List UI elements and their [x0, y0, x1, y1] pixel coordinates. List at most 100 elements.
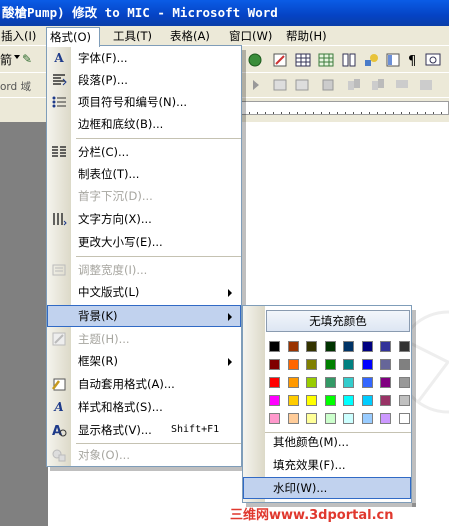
color-swatch[interactable]: [343, 395, 354, 406]
menu-tools[interactable]: 工具(T): [110, 27, 155, 45]
menu-item-label: 制表位(T)...: [78, 167, 140, 181]
dropdown-arrow-icon[interactable]: [14, 55, 20, 59]
color-swatch[interactable]: [398, 341, 410, 352]
color-swatch[interactable]: [361, 359, 373, 370]
color-swatch[interactable]: [287, 359, 299, 370]
drawing-icon[interactable]: [363, 52, 379, 68]
menu-item-change-case[interactable]: 更改大小写(E)...: [47, 231, 241, 253]
delete-row-icon[interactable]: [294, 77, 310, 93]
menu-item-label: 首字下沉(D)...: [78, 189, 153, 203]
reveal-formatting-icon: A: [52, 424, 67, 438]
color-swatch[interactable]: [324, 377, 336, 388]
color-swatch[interactable]: [343, 359, 354, 370]
color-swatch[interactable]: [361, 413, 373, 424]
format-menu: A 字体(F)... 段落(P)... 项目符号和编号(N)... 边框和底纹(…: [46, 45, 242, 467]
no-fill-button[interactable]: 无填充颜色: [266, 310, 410, 332]
color-swatch[interactable]: [380, 413, 391, 424]
color-swatch[interactable]: [287, 341, 299, 352]
menu-item-borders[interactable]: 边框和底纹(B)...: [47, 113, 241, 135]
background-submenu: 无填充颜色 其他颜色(M)... 填充效果(F)... 水印(W)...: [242, 305, 412, 503]
show-hide-icon[interactable]: ¶: [405, 52, 421, 68]
color-swatch[interactable]: [306, 377, 317, 388]
color-swatch[interactable]: [269, 341, 280, 352]
track-changes-icon[interactable]: [320, 77, 336, 93]
color-swatch[interactable]: [324, 395, 336, 406]
menu-item-background[interactable]: 背景(K): [47, 305, 241, 327]
fill-effects-item[interactable]: 填充效果(F)...: [243, 454, 411, 476]
color-swatch[interactable]: [361, 377, 373, 388]
color-swatch[interactable]: [343, 377, 354, 388]
color-swatch[interactable]: [287, 395, 299, 406]
menu-table[interactable]: 表格(A): [167, 27, 213, 45]
color-swatch[interactable]: [343, 341, 354, 352]
color-swatch[interactable]: [380, 359, 391, 370]
color-swatch[interactable]: [306, 341, 317, 352]
comment-icon[interactable]: [394, 77, 410, 93]
color-swatch[interactable]: [287, 377, 299, 388]
menu-separator: [76, 138, 241, 139]
color-swatch[interactable]: [380, 395, 391, 406]
play-icon[interactable]: [248, 77, 264, 93]
menu-item-reveal-formatting[interactable]: A 显示格式(V)... Shift+F1: [47, 419, 241, 441]
next-change-icon[interactable]: [418, 77, 434, 93]
color-swatch[interactable]: [324, 359, 336, 370]
reject-change-icon[interactable]: [370, 77, 386, 93]
color-swatch[interactable]: [361, 395, 373, 406]
color-swatch[interactable]: [306, 413, 317, 424]
accept-change-icon[interactable]: [346, 77, 362, 93]
watermark-item[interactable]: 水印(W)...: [243, 477, 411, 499]
menu-item-text-direction[interactable]: 文字方向(X)...: [47, 208, 241, 230]
menu-item-shortcut: Shift+F1: [171, 424, 220, 435]
menu-item-autoformat[interactable]: 自动套用格式(A)...: [47, 373, 241, 395]
color-swatch[interactable]: [287, 413, 299, 424]
color-swatch[interactable]: [269, 359, 280, 370]
color-swatch[interactable]: [380, 341, 391, 352]
globe-icon[interactable]: [247, 52, 263, 68]
menu-help[interactable]: 帮助(H): [283, 27, 330, 45]
menu-insert[interactable]: 插入(I): [0, 27, 39, 45]
menu-item-bullets[interactable]: 项目符号和编号(N)...: [47, 91, 241, 113]
color-swatch[interactable]: [324, 341, 336, 352]
submenu-arrow-icon: [228, 313, 232, 321]
color-swatch[interactable]: [324, 413, 336, 424]
menu-item-asian-layout[interactable]: 中文版式(L): [47, 281, 241, 303]
color-swatch[interactable]: [398, 413, 410, 424]
color-swatch[interactable]: [398, 359, 410, 370]
menu-item-frames[interactable]: 框架(R): [47, 350, 241, 372]
color-swatch[interactable]: [398, 377, 410, 388]
menu-item-label: 样式和格式(S)...: [78, 400, 163, 414]
style-box-fragment[interactable]: 箭: [0, 51, 12, 68]
menu-item-label: 对象(O)...: [78, 448, 130, 462]
format-painter-icon[interactable]: ✎: [22, 52, 32, 66]
color-swatch[interactable]: [380, 377, 391, 388]
edit-icon[interactable]: [272, 52, 288, 68]
more-colors-item[interactable]: 其他颜色(M)...: [243, 431, 411, 453]
fit-width-icon: [52, 264, 66, 276]
menu-item-font[interactable]: A 字体(F)...: [47, 47, 241, 69]
ruler-scale[interactable]: [240, 101, 449, 115]
columns-icon[interactable]: [341, 52, 357, 68]
menu-item-styles[interactable]: A 样式和格式(S)...: [47, 396, 241, 418]
insert-row-icon[interactable]: [272, 77, 288, 93]
menu-item-label: 段落(P)...: [78, 73, 128, 87]
color-swatch[interactable]: [398, 395, 410, 406]
menu-item-columns[interactable]: 分栏(C)...: [47, 141, 241, 163]
color-swatch[interactable]: [269, 413, 280, 424]
menu-item-paragraph[interactable]: 段落(P)...: [47, 69, 241, 91]
zoom-icon[interactable]: [425, 52, 441, 68]
table-icon[interactable]: [295, 52, 311, 68]
document-map-icon[interactable]: [385, 52, 401, 68]
menu-format[interactable]: 格式(O): [46, 27, 100, 47]
submenu-arrow-icon: [228, 289, 232, 297]
color-swatch[interactable]: [343, 413, 354, 424]
color-swatch[interactable]: [306, 359, 317, 370]
menu-item-tabs[interactable]: 制表位(T)...: [47, 163, 241, 185]
color-swatch[interactable]: [269, 377, 280, 388]
autoformat-icon: [52, 378, 66, 391]
color-swatch[interactable]: [306, 395, 317, 406]
color-swatch[interactable]: [269, 395, 280, 406]
excel-icon[interactable]: [318, 52, 334, 68]
menu-window[interactable]: 窗口(W): [226, 27, 275, 45]
color-swatch[interactable]: [361, 341, 373, 352]
paragraph-icon: [53, 74, 67, 86]
